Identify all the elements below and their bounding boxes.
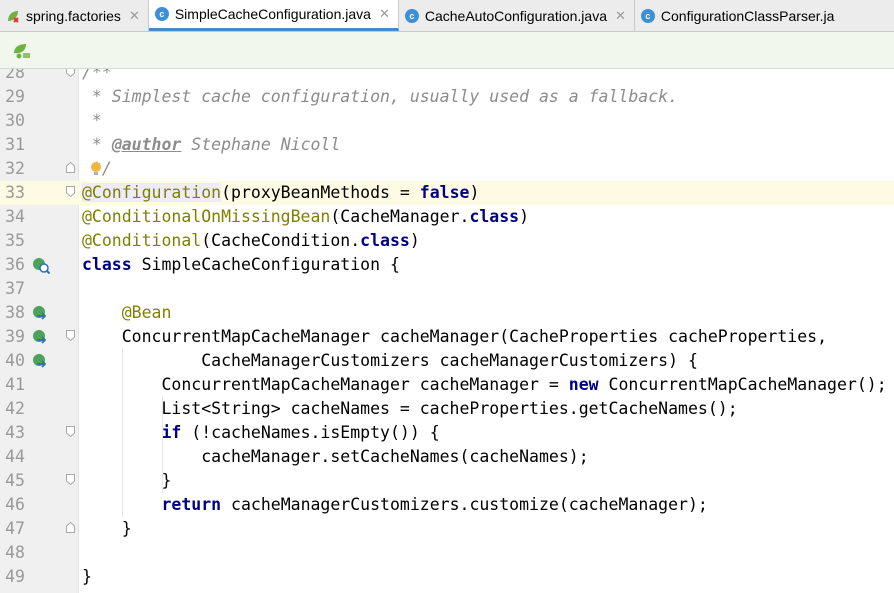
code-text: ConcurrentMapCacheManager cacheManager(C… — [82, 327, 828, 346]
code-text: } — [82, 519, 132, 538]
fold-marker-icon[interactable] — [66, 186, 75, 197]
code-text: * — [82, 111, 102, 130]
line-number: 45 — [5, 471, 25, 490]
code-text: /** — [82, 69, 112, 82]
code-text: @ConditionalOnMissingBean(CacheManager.c… — [82, 207, 530, 226]
line-number: 39 — [5, 327, 25, 346]
code-line[interactable]: 45 } — [0, 469, 894, 493]
indent-guide — [122, 349, 123, 517]
line-number: 40 — [5, 351, 25, 370]
code-line[interactable]: 39 ConcurrentMapCacheManager cacheManage… — [0, 325, 894, 349]
code-line[interactable]: 42 List<String> cacheNames = cacheProper… — [0, 397, 894, 421]
tab-label: spring.factories — [26, 7, 121, 24]
tab-configuration-class-parser[interactable]: c ConfigurationClassParser.ja — [635, 0, 835, 31]
code-line[interactable]: 28 /** — [0, 69, 894, 85]
spring-bean-navigate-icon[interactable] — [31, 328, 51, 346]
line-number: 41 — [5, 375, 25, 394]
code-text: } — [82, 471, 172, 490]
line-number: 33 — [5, 183, 25, 202]
line-number: 34 — [5, 207, 25, 226]
spring-leaf-icon — [8, 10, 19, 23]
line-number: 37 — [5, 279, 25, 298]
java-class-icon: c — [404, 8, 419, 23]
line-number: 31 — [5, 135, 25, 154]
line-number: 47 — [5, 519, 25, 538]
java-class-icon: c — [640, 8, 655, 23]
line-number: 49 — [5, 567, 25, 586]
code-line[interactable]: 35 @Conditional(CacheCondition.class) — [0, 229, 894, 253]
editor-tab-bar: spring.factories ✕ c SimpleCacheConfigur… — [0, 0, 894, 32]
tab-label: SimpleCacheConfiguration.java — [174, 6, 371, 22]
code-line[interactable]: 48 — [0, 541, 894, 565]
line-number: 30 — [5, 111, 25, 130]
code-text: * Simplest cache configuration, usually … — [82, 87, 679, 106]
line-number: 35 — [5, 231, 25, 250]
line-number: 32 — [5, 159, 25, 178]
code-text: CacheManagerCustomizers cacheManagerCust… — [82, 351, 698, 370]
code-text: ConcurrentMapCacheManager cacheManager =… — [82, 375, 887, 394]
code-text: @Bean — [121, 303, 172, 322]
code-line[interactable]: 38 @Bean — [0, 301, 894, 325]
code-line[interactable]: 32 */ — [0, 157, 894, 181]
code-line[interactable]: 30 * — [0, 109, 894, 133]
tab-cache-auto-configuration[interactable]: c CacheAutoConfiguration.java ✕ — [399, 0, 635, 31]
code-line[interactable]: 36 class SimpleCacheConfiguration { — [0, 253, 894, 277]
line-number: 48 — [5, 543, 25, 562]
code-line[interactable]: 37 — [0, 277, 894, 301]
code-line[interactable]: 29 * Simplest cache configuration, usual… — [0, 85, 894, 109]
editor-toolbar — [0, 32, 894, 69]
code-text: class SimpleCacheConfiguration { — [82, 255, 400, 274]
code-line[interactable]: 43 if (!cacheNames.isEmpty()) { — [0, 421, 894, 445]
code-text: cacheManager.setCacheNames(cacheNames); — [82, 447, 589, 466]
code-text: } — [82, 567, 92, 586]
fold-marker-icon[interactable] — [66, 69, 75, 77]
code-text: @Configuration(proxyBeanMethods = false) — [82, 183, 480, 202]
code-line[interactable]: 49} — [0, 565, 894, 589]
fold-marker-icon[interactable] — [66, 162, 75, 173]
code-text: return cacheManagerCustomizers.customize… — [161, 495, 708, 514]
close-icon[interactable]: ✕ — [379, 6, 390, 22]
code-line[interactable]: 41 ConcurrentMapCacheManager cacheManage… — [0, 373, 894, 397]
code-text: if (!cacheNames.isEmpty()) { — [161, 423, 440, 442]
line-number: 42 — [5, 399, 25, 418]
close-icon[interactable]: ✕ — [615, 8, 626, 24]
line-number: 29 — [5, 87, 25, 106]
code-text: * @author Stephane Nicoll — [82, 135, 341, 154]
code-line[interactable]: 31 * @author Stephane Nicoll — [0, 133, 894, 157]
code-line[interactable]: 34 @ConditionalOnMissingBean(CacheManager… — [0, 205, 894, 229]
code-line[interactable]: 33 @Configuration(proxyBeanMethods = fals… — [0, 181, 894, 205]
intention-bulb-icon[interactable] — [90, 161, 102, 177]
line-number: 46 — [5, 495, 25, 514]
indent-guide — [162, 397, 163, 493]
close-icon[interactable]: ✕ — [129, 8, 140, 24]
line-number: 28 — [5, 69, 25, 82]
code-line[interactable]: 47 } — [0, 517, 894, 541]
code-text: List<String> cacheNames = cachePropertie… — [82, 399, 738, 418]
java-class-icon: c — [154, 7, 169, 21]
fold-marker-icon[interactable] — [66, 426, 75, 437]
line-number: 36 — [5, 255, 25, 274]
code-editor[interactable]: 28 /** 29 * Simplest cache configuration, … — [0, 69, 894, 593]
line-number: 38 — [5, 303, 25, 322]
spring-bean-search-icon[interactable] — [31, 256, 51, 274]
spring-context-icon[interactable] — [11, 43, 31, 59]
spring-bean-navigate-icon[interactable] — [31, 304, 51, 322]
code-line[interactable]: 44 cacheManager.setCacheNames(cacheNames… — [0, 445, 894, 469]
tab-simple-cache-configuration[interactable]: c SimpleCacheConfiguration.java ✕ — [148, 0, 399, 31]
fold-marker-icon[interactable] — [66, 474, 75, 485]
code-line[interactable]: 46 return cacheManagerCustomizers.custom… — [0, 493, 894, 517]
tab-label: CacheAutoConfiguration.java — [424, 7, 607, 24]
fold-marker-icon[interactable] — [66, 330, 75, 341]
line-number: 43 — [5, 423, 25, 442]
tab-label: ConfigurationClassParser.ja — [660, 7, 835, 24]
tab-spring-factories[interactable]: spring.factories ✕ — [0, 0, 149, 31]
spring-bean-navigate-icon[interactable] — [31, 352, 51, 370]
code-line[interactable]: 40 CacheManagerCustomizers cacheManagerC… — [0, 349, 894, 373]
fold-marker-icon[interactable] — [66, 522, 75, 533]
code-text: @Conditional(CacheCondition.class) — [82, 231, 420, 250]
line-number: 44 — [5, 447, 25, 466]
